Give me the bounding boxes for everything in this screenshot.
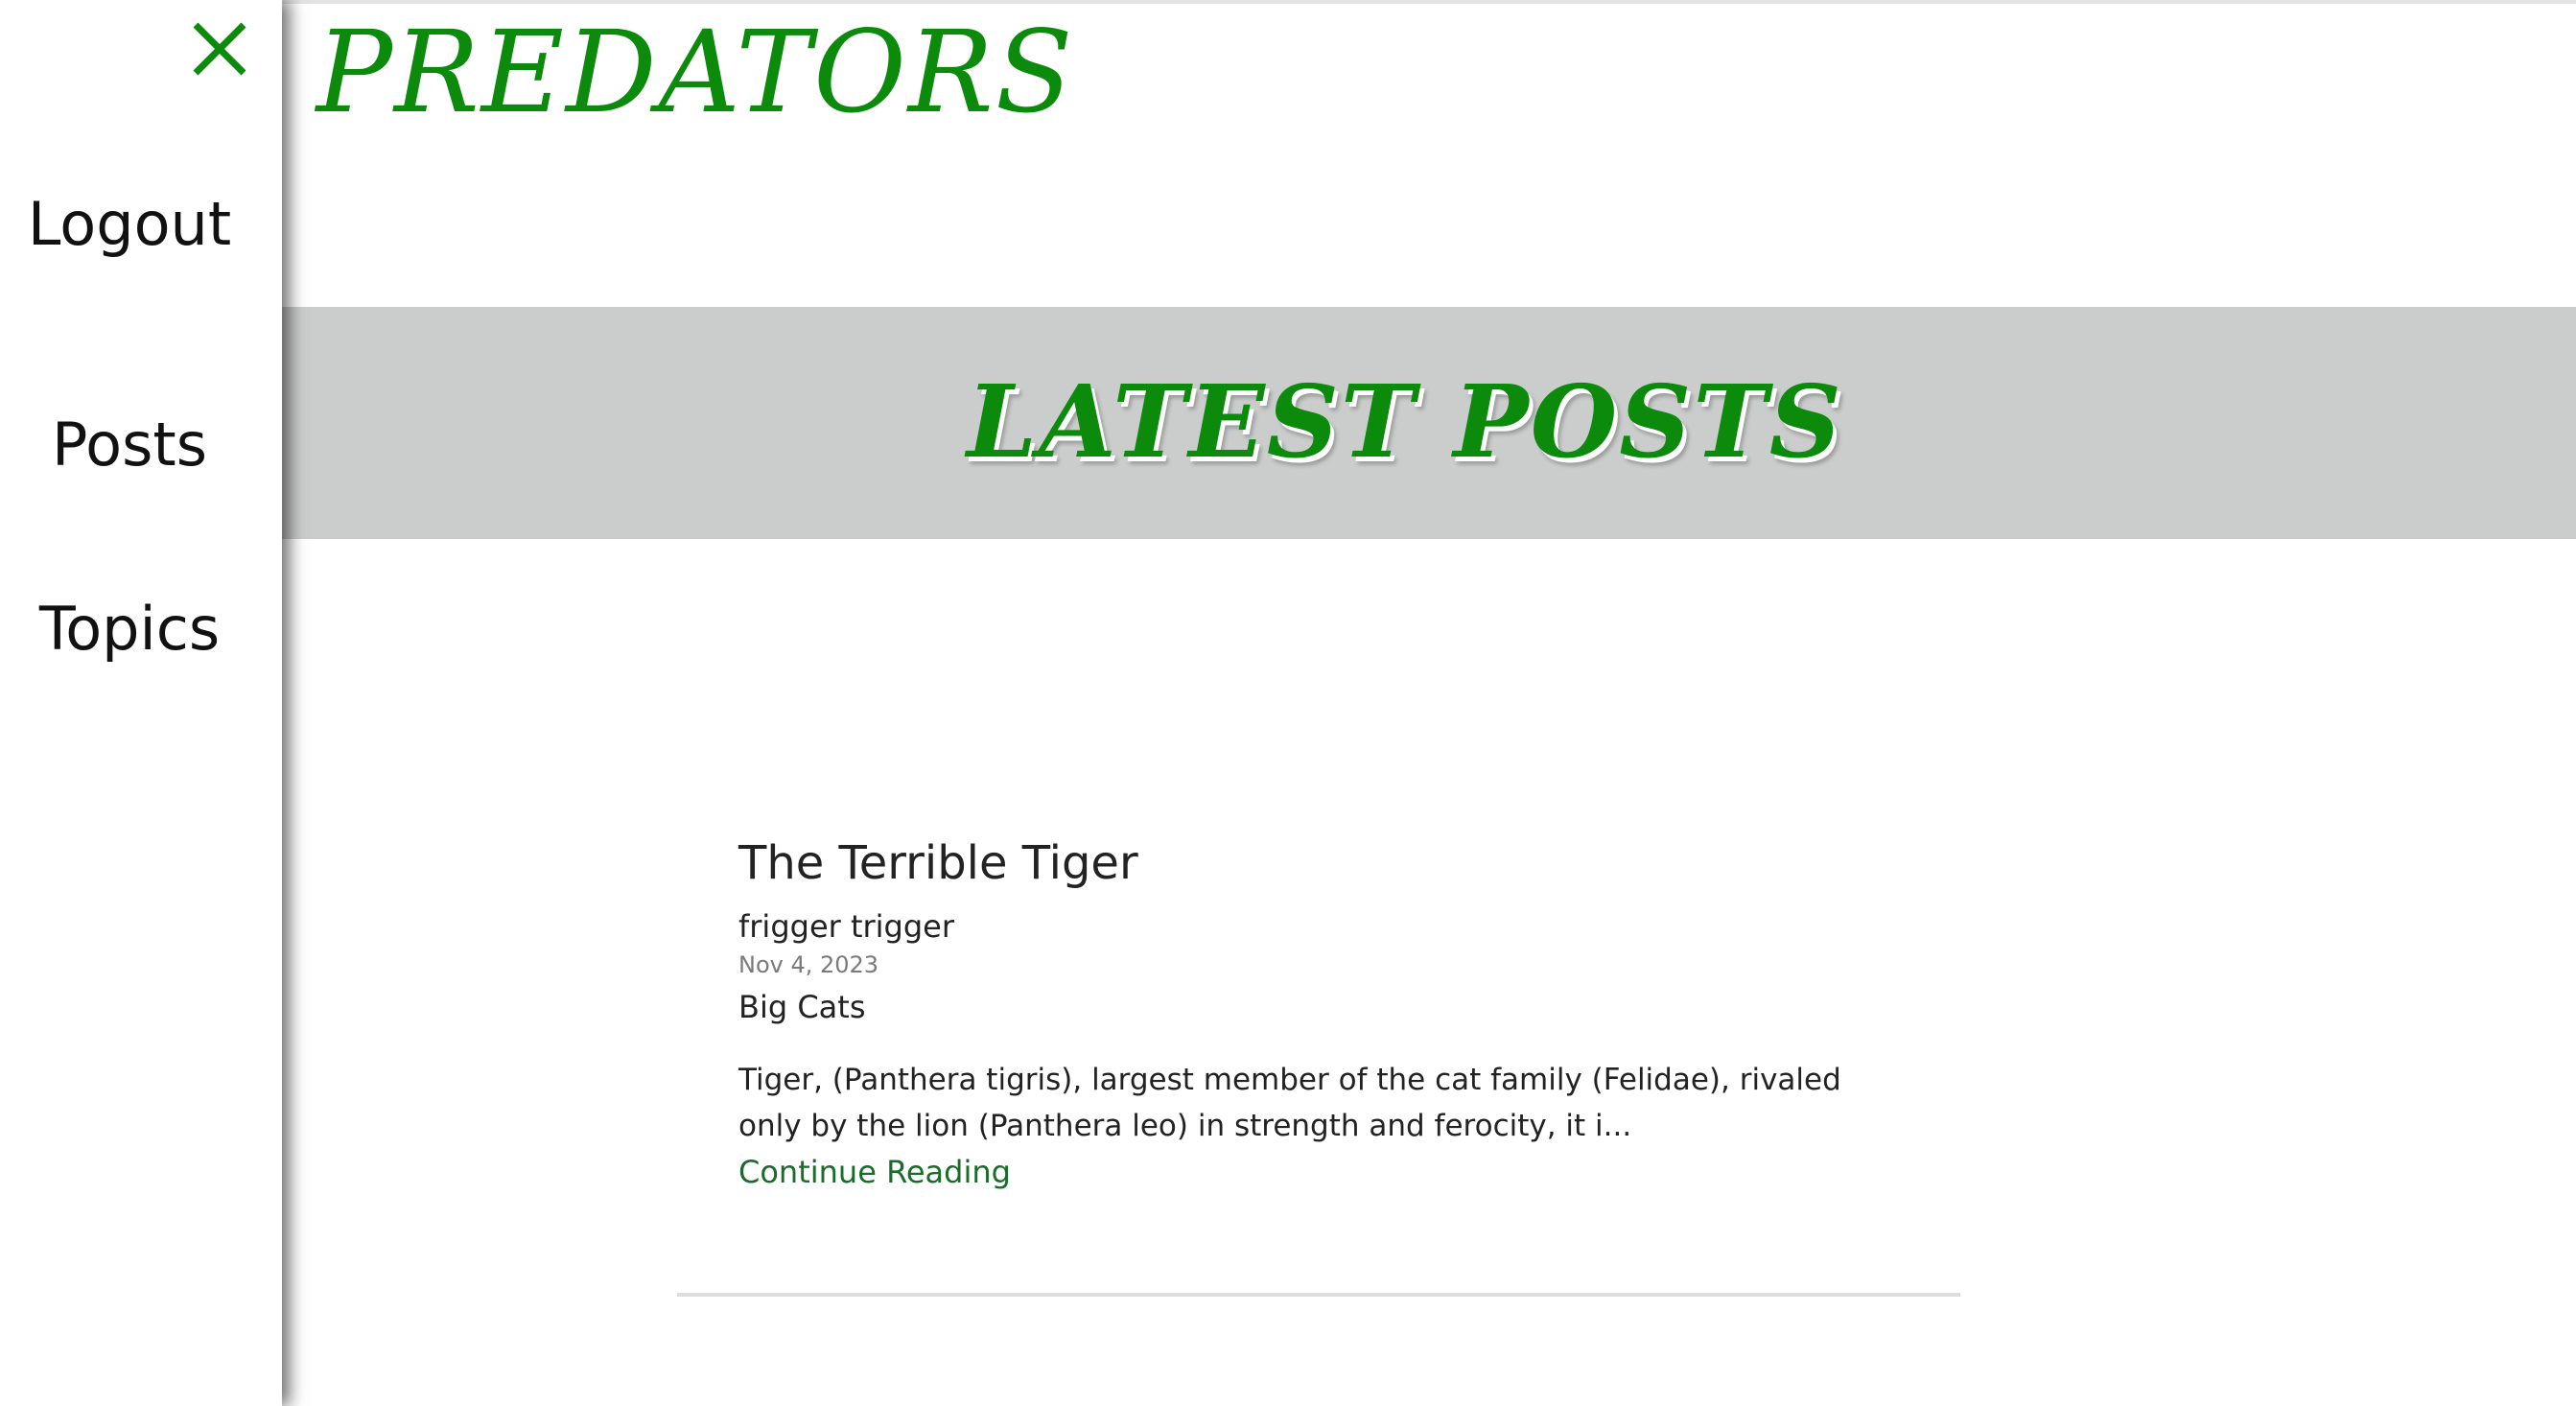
drawer-item-posts[interactable]: Posts — [0, 407, 259, 483]
top-rule — [0, 0, 2576, 4]
post-content: The Terrible Tiger frigger trigger Nov 4… — [738, 834, 1899, 1195]
post-card: The Terrible Tiger frigger trigger Nov 4… — [677, 834, 1960, 1297]
post-date: Nov 4, 2023 — [738, 951, 879, 978]
close-icon — [193, 22, 246, 76]
latest-posts-banner: LATEST POSTS — [0, 307, 2576, 539]
site-title[interactable]: K PREDATORS — [192, 10, 1075, 134]
drawer-item-logout[interactable]: Logout — [0, 186, 259, 263]
post-excerpt: Tiger, (Panthera tigris), largest member… — [738, 1063, 1841, 1143]
post-author: frigger trigger — [738, 908, 955, 945]
close-drawer-button[interactable] — [188, 17, 251, 81]
post-divider — [677, 1293, 1960, 1297]
banner-title: LATEST POSTS — [967, 363, 1843, 480]
continue-reading-link[interactable]: Continue Reading — [738, 1149, 1011, 1195]
post-topic: Big Cats — [738, 989, 866, 1025]
drawer-item-topics[interactable]: Topics — [0, 591, 259, 668]
post-title[interactable]: The Terrible Tiger — [738, 834, 1899, 892]
side-drawer: Logout Posts Topics — [0, 0, 282, 1406]
